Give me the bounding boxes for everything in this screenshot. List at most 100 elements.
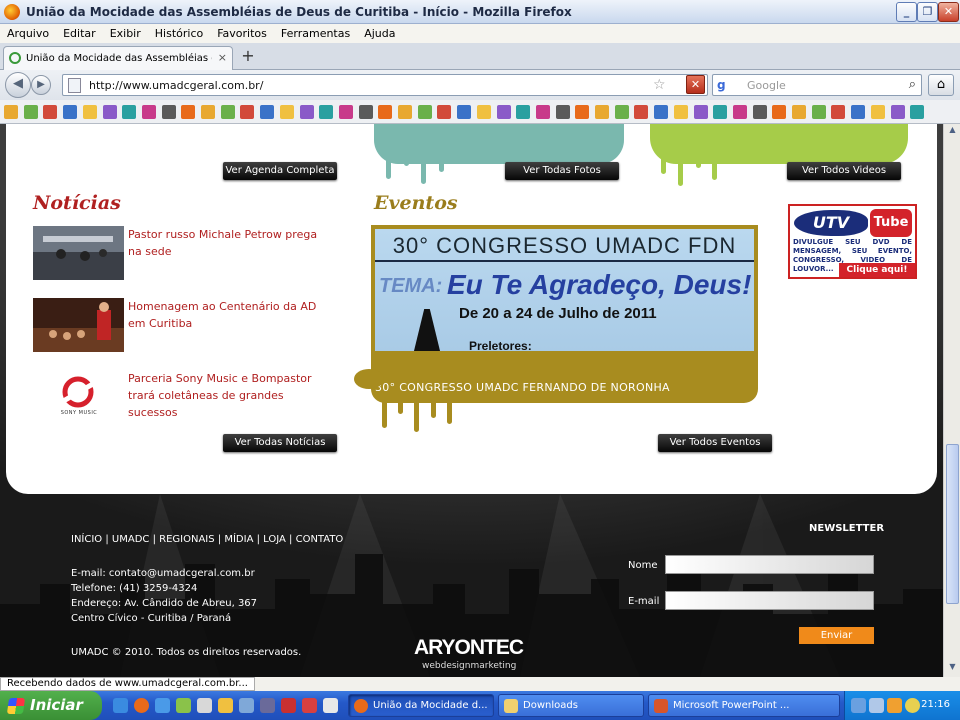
news-title-1[interactable]: Pastor russo Michale Petrow prega na sed… [128,226,318,260]
bookmark-favicon-icon[interactable] [82,105,97,119]
app-icon[interactable] [323,698,338,713]
minimize-button[interactable]: _ [896,2,917,22]
app-icon[interactable] [239,698,254,713]
news-title-2[interactable]: Homenagem ao Centenário da AD em Curitib… [128,298,318,332]
newsletter-name-field[interactable] [665,555,874,574]
home-button[interactable]: ⌂ [928,74,954,96]
bookmark-favicon-icon[interactable] [279,105,294,119]
bookmark-favicon-icon[interactable] [811,105,826,119]
news-thumbnail-1[interactable] [33,226,124,280]
footer-link-contato[interactable]: CONTATO [296,534,344,545]
tray-icon[interactable] [869,698,884,713]
bookmark-favicon-icon[interactable] [260,105,275,119]
menu-exibir[interactable]: Exibir [103,24,148,40]
bookmark-favicon-icon[interactable] [851,105,866,119]
bookmark-favicon-icon[interactable] [614,105,629,119]
bookmark-favicon-icon[interactable] [890,105,905,119]
bookmark-favicon-icon[interactable] [23,105,38,119]
bookmark-favicon-icon[interactable] [181,105,196,119]
firefox-quicklaunch-icon[interactable] [134,698,149,713]
bookmark-favicon-icon[interactable] [378,105,393,119]
news-title-3[interactable]: Parceria Sony Music e Bompastor trará co… [128,370,318,421]
forward-button[interactable]: ▶ [31,75,51,95]
bookmark-favicon-icon[interactable] [476,105,491,119]
newsletter-submit-button[interactable]: Enviar [799,627,874,644]
bookmark-favicon-icon[interactable] [516,105,531,119]
maximize-button[interactable]: ❐ [917,2,938,22]
ver-fotos-button[interactable]: Ver Todas Fotos [505,162,619,180]
bookmark-favicon-icon[interactable] [910,105,925,119]
ver-eventos-button[interactable]: Ver Todos Eventos [658,434,772,452]
scroll-down-icon[interactable]: ▼ [946,662,959,676]
bookmark-favicon-icon[interactable] [693,105,708,119]
bookmark-favicon-icon[interactable] [575,105,590,119]
bookmark-favicon-icon[interactable] [398,105,412,119]
new-tab-button[interactable]: + [236,46,260,68]
scrollbar-thumb[interactable] [946,444,959,604]
start-button[interactable]: Iniciar [0,691,102,720]
tray-icon[interactable] [887,698,902,713]
tray-icon[interactable] [905,698,920,713]
bookmark-favicon-icon[interactable] [831,105,846,119]
bookmark-favicon-icon[interactable] [319,105,334,119]
bookmark-favicon-icon[interactable] [141,105,156,119]
bookmark-favicon-icon[interactable] [457,105,472,119]
footer-link-regionais[interactable]: REGIONAIS [159,534,214,545]
aryontec-logo[interactable]: ARYONTEC [414,636,524,660]
search-box[interactable]: g Google ⌕ [712,74,922,96]
tab-close-icon[interactable]: × [218,51,227,64]
event-banner[interactable]: 30° CONGRESSO UMADC FDN TEMA: Eu Te Agra… [375,229,754,351]
bookmark-favicon-icon[interactable] [102,105,117,119]
bookmark-favicon-icon[interactable] [673,105,688,119]
ver-agenda-button[interactable]: Ver Agenda Completa [223,162,337,180]
tray-icon[interactable] [851,698,866,713]
app-icon[interactable] [302,698,317,713]
app-icon[interactable] [281,698,296,713]
menu-ajuda[interactable]: Ajuda [357,24,402,40]
bookmark-favicon-icon[interactable] [752,105,767,119]
bookmark-favicon-icon[interactable] [201,105,215,119]
url-bar[interactable]: http://www.umadcgeral.com.br/ ☆ [62,74,708,96]
bookmark-favicon-icon[interactable] [299,105,314,119]
task-firefox[interactable]: União da Mocidade d... [348,694,494,717]
app-icon[interactable] [197,698,212,713]
bookmark-favicon-icon[interactable] [417,105,432,119]
bookmark-favicon-icon[interactable] [870,105,885,119]
bookmark-favicon-icon[interactable] [63,105,78,119]
bookmark-favicon-icon[interactable] [732,105,747,119]
app-icon[interactable] [260,698,275,713]
menu-editar[interactable]: Editar [56,24,103,40]
newsletter-email-field[interactable] [665,591,874,610]
bookmark-favicon-icon[interactable] [43,105,58,119]
clique-aqui-button[interactable]: Clique aqui! [839,263,915,277]
app-icon[interactable] [218,698,233,713]
tab-umadc[interactable]: União da Mocidade das Assembléias de Deu… [3,46,233,70]
bookmark-favicon-icon[interactable] [713,105,728,119]
news-thumbnail-2[interactable] [33,298,124,352]
app-icon[interactable] [176,698,191,713]
back-button[interactable]: ◀ [5,72,31,98]
youtube-ad[interactable]: UTV Tube DIVULGUE SEU DVD DE MENSAGEM, S… [788,204,917,279]
google-icon[interactable]: g [717,78,726,92]
search-icon[interactable]: ⌕ [909,77,916,92]
event-caption[interactable]: 30° CONGRESSO UMADC FERNANDO DE NORONHA [375,381,670,394]
explorer-icon[interactable] [155,698,170,713]
bookmark-favicon-icon[interactable] [555,105,570,119]
vertical-scrollbar[interactable]: ▲ ▼ [943,124,960,677]
ver-noticias-button[interactable]: Ver Todas Notícias [223,434,337,452]
event-card[interactable]: 30° CONGRESSO UMADC FDN TEMA: Eu Te Agra… [371,225,758,403]
bookmark-favicon-icon[interactable] [792,105,806,119]
bookmark-favicon-icon[interactable] [240,105,255,119]
ie-icon[interactable] [113,698,128,713]
bookmark-favicon-icon[interactable] [4,105,18,119]
bookmark-favicon-icon[interactable] [358,105,373,119]
bookmark-favicon-icon[interactable] [220,105,235,119]
bookmark-favicon-icon[interactable] [634,105,649,119]
footer-link-midia[interactable]: MÍDIA [224,534,253,545]
bookmark-favicon-icon[interactable] [437,105,452,119]
menu-historico[interactable]: Histórico [148,24,210,40]
footer-link-umadc[interactable]: UMADC [112,534,149,545]
bookmark-favicon-icon[interactable] [535,105,550,119]
bookmark-favicon-icon[interactable] [496,105,511,119]
bookmark-favicon-icon[interactable] [772,105,787,119]
